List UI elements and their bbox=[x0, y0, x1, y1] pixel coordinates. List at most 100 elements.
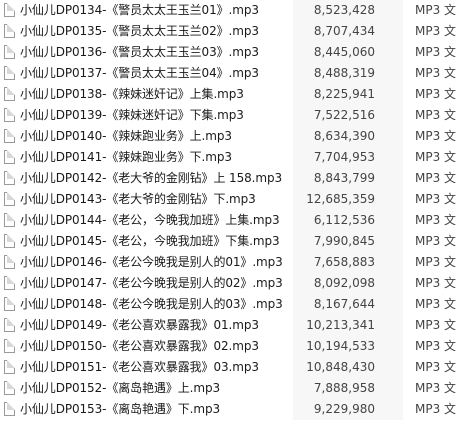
file-name-cell[interactable]: 小仙儿DP0136-《警员太太王玉兰03》.mp3 bbox=[0, 42, 293, 63]
file-icon bbox=[4, 150, 15, 164]
file-row[interactable]: 小仙儿DP0151-《老公喜欢暴露我》03.mp3 10,848,430 MP3… bbox=[0, 357, 456, 378]
file-type: MP3 文件 bbox=[403, 378, 456, 399]
file-row[interactable]: 小仙儿DP0138-《辣妹迷奸记》上集.mp3 8,225,941 MP3 文件 bbox=[0, 84, 456, 105]
file-size: 8,843,799 bbox=[293, 168, 403, 189]
file-list: 小仙儿DP0134-《警员太太王玉兰01》.mp3 8,523,428 MP3 … bbox=[0, 0, 456, 426]
file-row[interactable]: 小仙儿DP0134-《警员太太王玉兰01》.mp3 8,523,428 MP3 … bbox=[0, 0, 456, 21]
file-row[interactable]: 小仙儿DP0153-《离岛艳遇》下.mp3 9,229,980 MP3 文件 bbox=[0, 399, 456, 420]
file-name-cell[interactable]: 小仙儿DP0139-《辣妹迷奸记》下集.mp3 bbox=[0, 105, 293, 126]
file-name: 小仙儿DP0152-《离岛艳遇》上.mp3 bbox=[20, 381, 221, 395]
file-name-cell[interactable]: 小仙儿DP0153-《离岛艳遇》下.mp3 bbox=[0, 399, 293, 420]
file-type: MP3 文件 bbox=[403, 294, 456, 315]
file-row[interactable]: 小仙儿DP0143-《老大爷的金刚钻》下.mp3 12,685,359 MP3 … bbox=[0, 189, 456, 210]
file-icon bbox=[4, 402, 15, 416]
file-size: 8,445,060 bbox=[293, 42, 403, 63]
file-row[interactable]: 小仙儿DP0150-《老公喜欢暴露我》02.mp3 10,194,533 MP3… bbox=[0, 336, 456, 357]
file-type: MP3 文件 bbox=[403, 273, 456, 294]
file-row[interactable]: 小仙儿DP0139-《辣妹迷奸记》下集.mp3 7,522,516 MP3 文件 bbox=[0, 105, 456, 126]
file-type: MP3 文件 bbox=[403, 252, 456, 273]
file-name: 小仙儿DP0151-《老公喜欢暴露我》03.mp3 bbox=[20, 360, 259, 374]
file-icon bbox=[4, 66, 15, 80]
file-icon bbox=[4, 87, 15, 101]
file-size: 6,112,536 bbox=[293, 210, 403, 231]
file-name-cell[interactable]: 小仙儿DP0140-《辣妹跑业务》上.mp3 bbox=[0, 126, 293, 147]
file-icon bbox=[4, 234, 15, 248]
file-icon bbox=[4, 108, 15, 122]
file-row[interactable]: 小仙儿DP0144-《老公，今晚我加班》上集.mp3 6,112,536 MP3… bbox=[0, 210, 456, 231]
file-row[interactable]: 小仙儿DP0146-《老公今晚我是别人的01》.mp3 7,658,883 MP… bbox=[0, 252, 456, 273]
file-row[interactable]: 小仙儿DP0137-《警员太太王玉兰04》.mp3 8,488,319 MP3 … bbox=[0, 63, 456, 84]
file-name-cell[interactable]: 小仙儿DP0146-《老公今晚我是别人的01》.mp3 bbox=[0, 252, 293, 273]
file-type: MP3 文件 bbox=[403, 126, 456, 147]
file-icon bbox=[4, 297, 15, 311]
file-size: 8,167,644 bbox=[293, 294, 403, 315]
file-icon bbox=[4, 192, 15, 206]
file-type: MP3 文件 bbox=[403, 105, 456, 126]
file-name-cell[interactable]: 小仙儿DP0145-《老公，今晚我加班》下集.mp3 bbox=[0, 231, 293, 252]
file-type: MP3 文件 bbox=[403, 0, 456, 21]
file-type: MP3 文件 bbox=[403, 189, 456, 210]
file-name: 小仙儿DP0141-《辣妹跑业务》下.mp3 bbox=[20, 150, 232, 164]
file-name: 小仙儿DP0135-《警员太太王玉兰02》.mp3 bbox=[20, 24, 259, 38]
file-icon bbox=[4, 129, 15, 143]
file-icon bbox=[4, 318, 15, 332]
file-type: MP3 文件 bbox=[403, 63, 456, 84]
file-icon bbox=[4, 381, 15, 395]
file-row[interactable]: 小仙儿DP0135-《警员太太王玉兰02》.mp3 8,707,434 MP3 … bbox=[0, 21, 456, 42]
file-icon bbox=[4, 276, 15, 290]
file-name: 小仙儿DP0142-《老大爷的金刚钻》上 158.mp3 bbox=[20, 171, 283, 185]
file-type: MP3 文件 bbox=[403, 231, 456, 252]
file-name: 小仙儿DP0150-《老公喜欢暴露我》02.mp3 bbox=[20, 339, 259, 353]
file-row[interactable]: 小仙儿DP0136-《警员太太王玉兰03》.mp3 8,445,060 MP3 … bbox=[0, 42, 456, 63]
file-size: 10,848,430 bbox=[293, 357, 403, 378]
file-name: 小仙儿DP0139-《辣妹迷奸记》下集.mp3 bbox=[20, 108, 244, 122]
file-size: 8,488,319 bbox=[293, 63, 403, 84]
file-name-cell[interactable]: 小仙儿DP0142-《老大爷的金刚钻》上 158.mp3 bbox=[0, 168, 293, 189]
file-name-cell[interactable]: 小仙儿DP0138-《辣妹迷奸记》上集.mp3 bbox=[0, 84, 293, 105]
file-name-cell[interactable]: 小仙儿DP0144-《老公，今晚我加班》上集.mp3 bbox=[0, 210, 293, 231]
file-name: 小仙儿DP0137-《警员太太王玉兰04》.mp3 bbox=[20, 66, 259, 80]
file-name-cell[interactable]: 小仙儿DP0152-《离岛艳遇》上.mp3 bbox=[0, 378, 293, 399]
file-size: 7,990,845 bbox=[293, 231, 403, 252]
file-name-cell[interactable]: 小仙儿DP0141-《辣妹跑业务》下.mp3 bbox=[0, 147, 293, 168]
file-name: 小仙儿DP0145-《老公，今晚我加班》下集.mp3 bbox=[20, 234, 280, 248]
file-type: MP3 文件 bbox=[403, 21, 456, 42]
file-name: 小仙儿DP0143-《老大爷的金刚钻》下.mp3 bbox=[20, 192, 256, 206]
file-name: 小仙儿DP0136-《警员太太王玉兰03》.mp3 bbox=[20, 45, 259, 59]
file-name-cell[interactable]: 小仙儿DP0147-《老公今晚我是别人的02》.mp3 bbox=[0, 273, 293, 294]
file-size: 7,704,953 bbox=[293, 147, 403, 168]
file-icon bbox=[4, 339, 15, 353]
file-name: 小仙儿DP0134-《警员太太王玉兰01》.mp3 bbox=[20, 3, 259, 17]
file-size: 8,092,098 bbox=[293, 273, 403, 294]
file-row[interactable]: 小仙儿DP0141-《辣妹跑业务》下.mp3 7,704,953 MP3 文件 bbox=[0, 147, 456, 168]
file-icon bbox=[4, 360, 15, 374]
file-size: 7,658,883 bbox=[293, 252, 403, 273]
file-name-cell[interactable]: 小仙儿DP0150-《老公喜欢暴露我》02.mp3 bbox=[0, 336, 293, 357]
file-size: 8,634,390 bbox=[293, 126, 403, 147]
file-row[interactable]: 小仙儿DP0148-《老公今晚我是别人的03》.mp3 8,167,644 MP… bbox=[0, 294, 456, 315]
file-name: 小仙儿DP0146-《老公今晚我是别人的01》.mp3 bbox=[20, 255, 283, 269]
file-icon bbox=[4, 255, 15, 269]
file-name-cell[interactable]: 小仙儿DP0148-《老公今晚我是别人的03》.mp3 bbox=[0, 294, 293, 315]
file-row[interactable]: 小仙儿DP0149-《老公喜欢暴露我》01.mp3 10,213,341 MP3… bbox=[0, 315, 456, 336]
file-name-cell[interactable]: 小仙儿DP0135-《警员太太王玉兰02》.mp3 bbox=[0, 21, 293, 42]
file-name-cell[interactable]: 小仙儿DP0151-《老公喜欢暴露我》03.mp3 bbox=[0, 357, 293, 378]
file-size: 7,888,958 bbox=[293, 378, 403, 399]
file-size: 10,213,341 bbox=[293, 315, 403, 336]
file-size: 7,522,516 bbox=[293, 105, 403, 126]
file-type: MP3 文件 bbox=[403, 42, 456, 63]
file-size: 8,707,434 bbox=[293, 21, 403, 42]
file-row[interactable]: 小仙儿DP0152-《离岛艳遇》上.mp3 7,888,958 MP3 文件 bbox=[0, 378, 456, 399]
file-row[interactable]: 小仙儿DP0145-《老公，今晚我加班》下集.mp3 7,990,845 MP3… bbox=[0, 231, 456, 252]
file-row[interactable]: 小仙儿DP0147-《老公今晚我是别人的02》.mp3 8,092,098 MP… bbox=[0, 273, 456, 294]
file-name: 小仙儿DP0138-《辣妹迷奸记》上集.mp3 bbox=[20, 87, 244, 101]
file-name-cell[interactable]: 小仙儿DP0134-《警员太太王玉兰01》.mp3 bbox=[0, 0, 293, 21]
file-size: 12,685,359 bbox=[293, 189, 403, 210]
file-name-cell[interactable]: 小仙儿DP0137-《警员太太王玉兰04》.mp3 bbox=[0, 63, 293, 84]
file-row[interactable]: 小仙儿DP0142-《老大爷的金刚钻》上 158.mp3 8,843,799 M… bbox=[0, 168, 456, 189]
file-row[interactable]: 小仙儿DP0140-《辣妹跑业务》上.mp3 8,634,390 MP3 文件 bbox=[0, 126, 456, 147]
file-name-cell[interactable]: 小仙儿DP0149-《老公喜欢暴露我》01.mp3 bbox=[0, 315, 293, 336]
file-name: 小仙儿DP0140-《辣妹跑业务》上.mp3 bbox=[20, 129, 232, 143]
file-icon bbox=[4, 45, 15, 59]
file-name-cell[interactable]: 小仙儿DP0143-《老大爷的金刚钻》下.mp3 bbox=[0, 189, 293, 210]
